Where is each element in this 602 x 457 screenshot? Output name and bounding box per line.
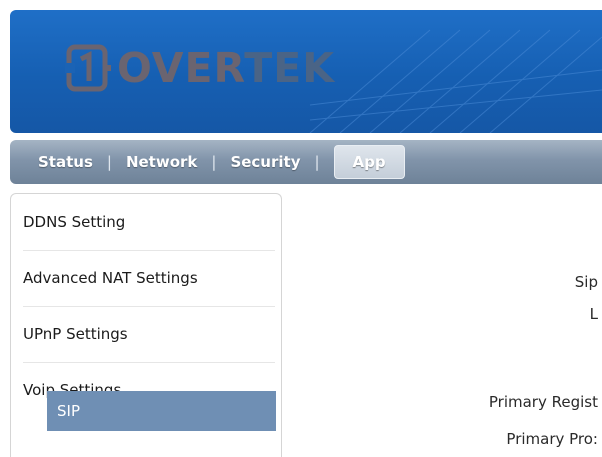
nav-separator: | [106,153,112,171]
company-logo: OVERTEK [65,43,335,93]
sidebar-item-upnp-settings[interactable]: UPnP Settings [23,306,275,363]
sidebar-item-ddns-setting[interactable]: DDNS Setting [23,194,275,251]
nav-tab-security[interactable]: Security [230,153,300,171]
logo-icon [65,44,111,92]
form-label-l: L [589,305,598,323]
sidebar-subitem-sip[interactable]: SIP [47,391,276,431]
nav-tab-network[interactable]: Network [126,153,197,171]
form-label-primary-registrar: Primary Regist [488,393,598,411]
nav-tab-status[interactable]: Status [38,153,93,171]
form-label-primary-proxy: Primary Pro: [506,430,598,448]
nav-separator: | [211,153,217,171]
header-banner: OVERTEK [10,10,602,133]
sidebar-menu: DDNS Setting Advanced NAT Settings UPnP … [10,193,282,457]
main-nav: Status | Network | Security | App [10,140,602,184]
logo-text: OVERTEK [117,44,335,92]
sidebar-item-advanced-nat-settings[interactable]: Advanced NAT Settings [23,250,275,307]
form-label-sip: Sip [574,273,598,291]
nav-separator: | [314,153,320,171]
nav-tab-app[interactable]: App [333,145,405,179]
